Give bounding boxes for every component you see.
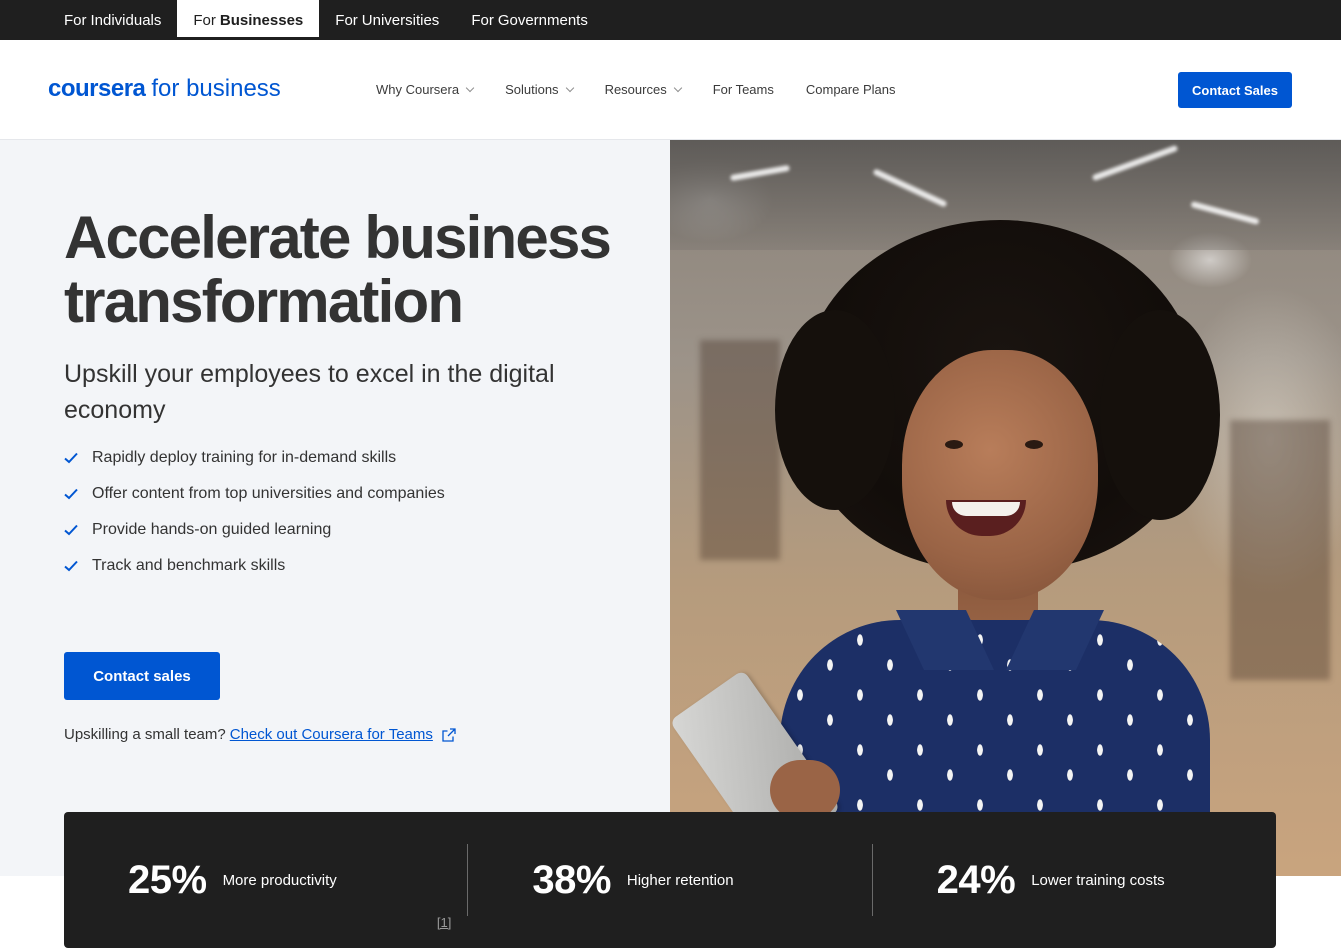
tab-individuals[interactable]: For Individuals: [48, 0, 177, 40]
tab-prefix: For: [335, 11, 358, 29]
nav-label: Solutions: [505, 82, 559, 97]
coursera-for-business-logo[interactable]: coursera for business: [48, 75, 281, 103]
external-link-icon[interactable]: [442, 727, 456, 742]
stat-training-costs: 24% Lower training costs: [871, 844, 1276, 916]
teams-prompt: Upskilling a small team?: [64, 726, 226, 743]
benefit-text: Provide hands-on guided learning: [92, 521, 332, 538]
stat-value: 38%: [532, 857, 611, 902]
nav-compare-plans[interactable]: Compare Plans: [806, 82, 896, 97]
benefit-text: Track and benchmark skills: [92, 557, 286, 574]
audience-switcher: For Individuals For Businesses For Universi…: [0, 0, 1341, 40]
logo-brand: coursera: [48, 75, 146, 102]
contact-sales-button[interactable]: Contact sales: [64, 652, 220, 700]
main-nav: Why Coursera Solutions Resources For Tea…: [376, 82, 895, 97]
photo-background: [700, 340, 780, 560]
footnote-link[interactable]: [1]: [437, 915, 451, 930]
site-header: coursera for business Why Coursera Solut…: [0, 40, 1341, 140]
nav-label: For Teams: [712, 82, 774, 97]
tab-prefix: For: [64, 11, 87, 29]
chevron-down-icon: [565, 83, 574, 93]
hero-subtitle: Upskill your employees to excel in the d…: [64, 360, 555, 424]
tab-label: Businesses: [219, 11, 304, 29]
teams-callout: Upskilling a small team? Check out Cours…: [64, 726, 456, 743]
benefit-list: Rapidly deploy training for in-demand sk…: [64, 440, 445, 584]
logo-suffix: for business: [151, 75, 281, 102]
photo-eye: [1025, 440, 1043, 449]
chevron-down-icon: [673, 83, 682, 93]
list-item: Rapidly deploy training for in-demand sk…: [64, 440, 445, 476]
stat-label: More productivity: [222, 871, 337, 889]
coursera-for-teams-link[interactable]: Check out Coursera for Teams: [230, 726, 433, 743]
tab-label: Universities: [361, 11, 440, 29]
stat-productivity: 25% More productivity [1]: [64, 844, 467, 931]
check-icon: [64, 560, 78, 572]
tab-prefix: For: [193, 11, 216, 29]
tab-label: Governments: [497, 11, 588, 29]
list-item: Track and benchmark skills: [64, 548, 445, 584]
nav-resources[interactable]: Resources: [604, 82, 682, 97]
hero-title: Accelerate business transformation: [64, 204, 612, 335]
chevron-down-icon: [465, 83, 475, 93]
photo-eye: [945, 440, 963, 449]
photo-hand: [770, 760, 840, 820]
tab-label: Individuals: [90, 11, 162, 29]
stats-bar: 25% More productivity [1] 38% Higher ret…: [64, 812, 1276, 948]
tab-governments[interactable]: For Governments: [455, 0, 604, 40]
benefit-text: Rapidly deploy training for in-demand sk…: [92, 449, 397, 466]
nav-for-teams[interactable]: For Teams: [713, 82, 774, 97]
list-item: Provide hands-on guided learning: [64, 512, 445, 548]
nav-label: Why Coursera: [376, 82, 460, 97]
check-icon: [64, 524, 78, 536]
hero-photo: [670, 140, 1341, 876]
nav-label: Resources: [604, 82, 667, 97]
stat-label: Lower training costs: [1031, 871, 1165, 889]
stat-value: 25%: [128, 857, 207, 902]
tab-businesses[interactable]: For Businesses: [177, 0, 320, 40]
contact-sales-header-button[interactable]: Contact Sales: [1178, 72, 1292, 108]
tab-prefix: For: [471, 11, 494, 29]
stat-value: 24%: [936, 857, 1016, 902]
photo-background: [1230, 420, 1330, 680]
list-item: Offer content from top universities and …: [64, 476, 445, 512]
nav-label: Compare Plans: [805, 82, 896, 97]
check-icon: [64, 452, 78, 464]
photo-hair: [775, 310, 895, 510]
stat-label: Higher retention: [626, 871, 734, 889]
check-icon: [64, 488, 78, 500]
stat-retention: 38% Higher retention: [467, 844, 871, 916]
tab-universities[interactable]: For Universities: [319, 0, 455, 40]
nav-why-coursera[interactable]: Why Coursera: [376, 82, 475, 97]
benefit-text: Offer content from top universities and …: [92, 485, 445, 502]
photo-face: [902, 350, 1098, 600]
photo-hair: [1100, 310, 1220, 520]
nav-solutions[interactable]: Solutions: [505, 82, 574, 97]
